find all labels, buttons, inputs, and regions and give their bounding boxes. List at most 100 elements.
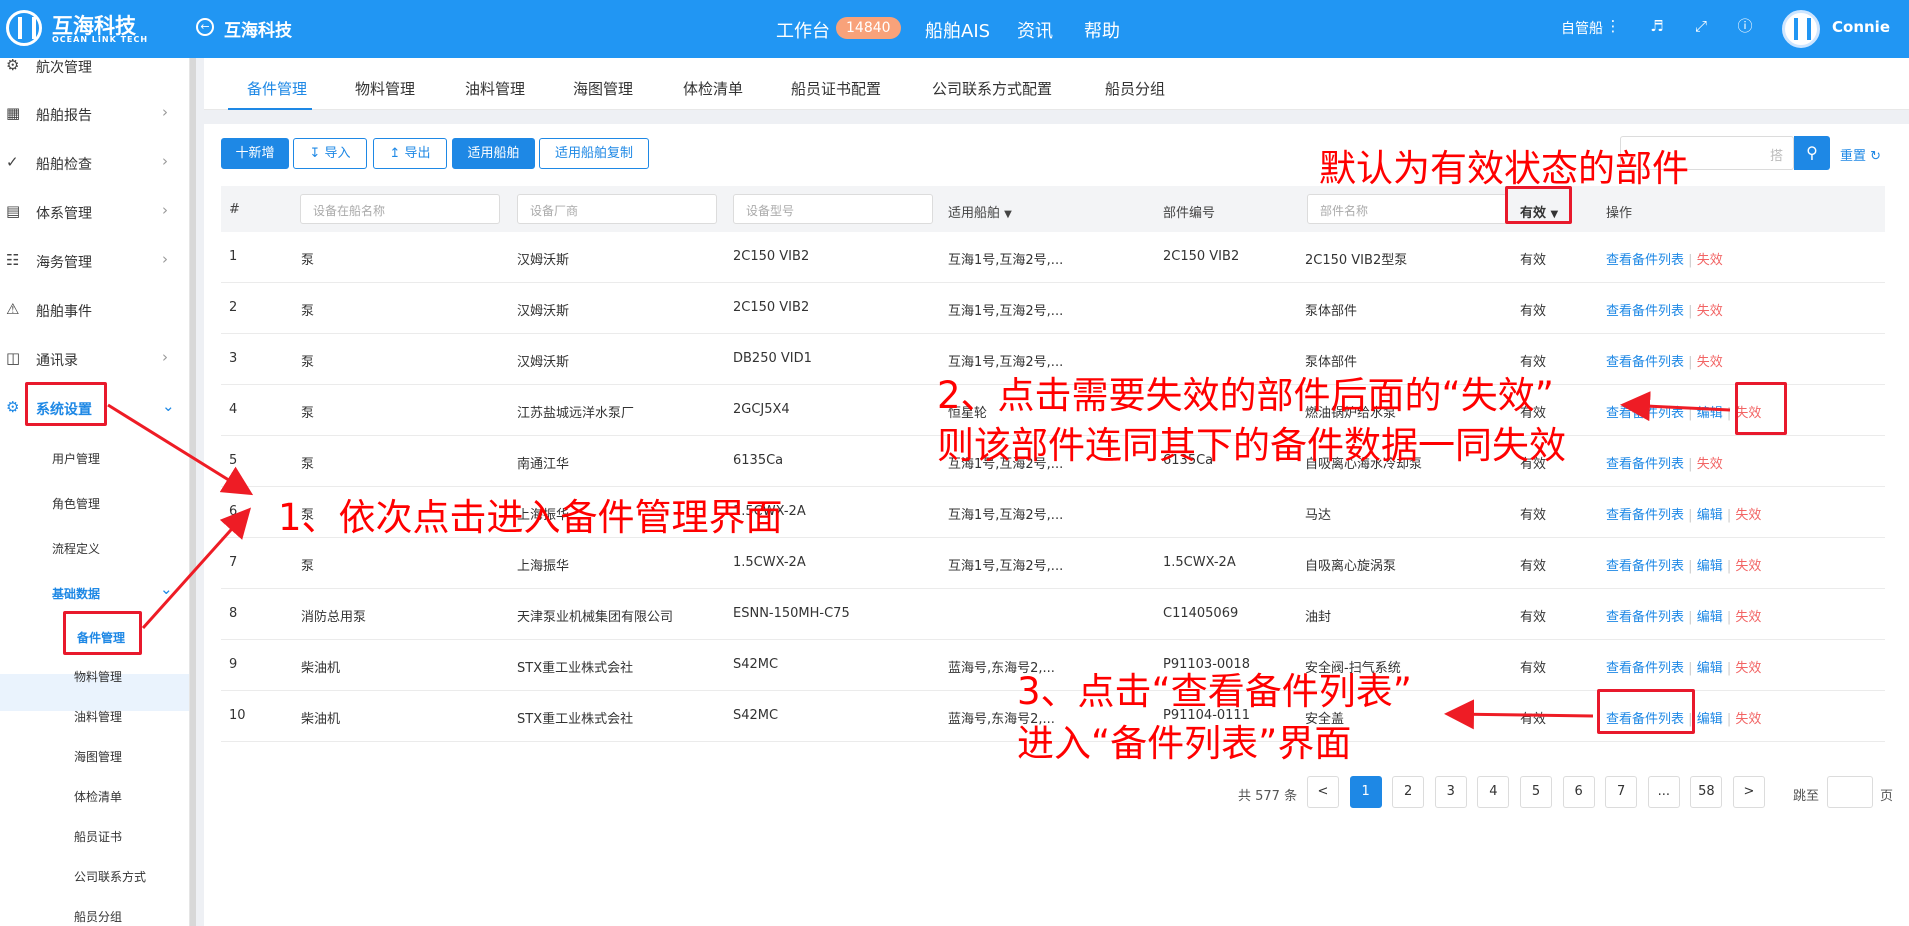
edit-link[interactable]: 编辑 [1697, 610, 1723, 625]
sidebar-item-system-mgmt[interactable]: ▤ 体系管理 › [0, 198, 189, 226]
page-button[interactable]: ... [1647, 776, 1680, 808]
filter-ship-equipment[interactable]: 设备在船名称 [300, 194, 500, 224]
page-button[interactable]: 7 [1605, 776, 1638, 808]
cell-equip: 泵 [301, 559, 315, 574]
tab-checklist[interactable]: 体检清单 [683, 78, 743, 99]
add-button[interactable]: 十新增 [221, 138, 289, 169]
col-applicable-ships[interactable]: 适用船舶 ▼ [948, 202, 1012, 221]
copy-applicable-ships-button[interactable]: 适用船舶复制 [539, 138, 649, 169]
export-button[interactable]: ↥ 导出 [373, 138, 447, 169]
page-button[interactable]: 5 [1520, 776, 1552, 808]
view-spare-list-link[interactable]: 查看备件列表 [1606, 253, 1684, 268]
cell-model: 1.5CWX-2A [733, 555, 806, 570]
view-spare-list-link[interactable]: 查看备件列表 [1606, 304, 1684, 319]
tab-materials[interactable]: 物料管理 [355, 78, 415, 99]
tab-charts[interactable]: 海图管理 [573, 78, 633, 99]
sidebar-sub-materials[interactable]: 物料管理 [74, 668, 122, 685]
bell-icon[interactable]: ♬ [1648, 17, 1666, 35]
sidebar-item-marine-affairs[interactable]: ☷ 海务管理 › [0, 247, 189, 275]
annotation-step-2-line1: 2、点击需要失效的部件后面的“失效” [937, 374, 1554, 417]
disable-link[interactable]: 失效 [1735, 559, 1761, 574]
sidebar-item-ship-report[interactable]: ▦ 船舶报告 › [0, 100, 189, 128]
filter-part-name[interactable]: 部件名称 [1307, 194, 1507, 224]
sidebar-item-contacts[interactable]: ◫ 通讯录 › [0, 345, 189, 373]
tab-crew-cert[interactable]: 船员证书配置 [791, 78, 881, 99]
sidebar-sub-role-mgmt[interactable]: 角色管理 [52, 495, 100, 512]
sidebar-item-ship-inspection[interactable]: ✓ 船舶检查 › [0, 149, 189, 177]
row-operations: 查看备件列表 | 失效 [1606, 457, 1723, 472]
goto-page-input[interactable] [1827, 776, 1873, 808]
sidebar-sub-crew-group[interactable]: 船员分组 [74, 908, 122, 925]
view-spare-list-link[interactable]: 查看备件列表 [1606, 355, 1684, 370]
sidebar-scrollbar[interactable] [190, 58, 196, 926]
cell-ships: 互海1号,互海2号,... [948, 253, 1064, 268]
sidebar-sub-user-mgmt[interactable]: 用户管理 [52, 450, 100, 467]
sidebar-sub-company-contact[interactable]: 公司联系方式 [74, 868, 146, 885]
help-icon[interactable]: ⓘ [1736, 17, 1754, 35]
edit-link[interactable]: 编辑 [1697, 661, 1723, 676]
disable-link[interactable]: 失效 [1735, 661, 1761, 676]
applicable-ships-button[interactable]: 适用船舶 [452, 138, 535, 169]
view-spare-list-link[interactable]: 查看备件列表 [1606, 457, 1684, 472]
filter-model[interactable]: 设备型号 [733, 194, 933, 224]
page-button[interactable]: 2 [1392, 776, 1425, 808]
disable-link[interactable]: 失效 [1697, 355, 1723, 370]
sidebar-sub-checklist[interactable]: 体检清单 [74, 788, 122, 805]
disable-link[interactable]: 失效 [1697, 253, 1723, 268]
sidebar-sub-oils[interactable]: 油料管理 [74, 708, 122, 725]
reset-button[interactable]: 重置 ↻ [1840, 145, 1881, 164]
sidebar-sub-process-def[interactable]: 流程定义 [52, 540, 100, 557]
edit-link[interactable]: 编辑 [1697, 508, 1723, 523]
tab-spare-parts[interactable]: 备件管理 [247, 78, 307, 99]
view-spare-list-link[interactable]: 查看备件列表 [1606, 508, 1684, 523]
view-spare-list-link[interactable]: 查看备件列表 [1606, 559, 1684, 574]
sidebar-sub-crew-cert[interactable]: 船员证书 [74, 828, 122, 845]
filter-manufacturer[interactable]: 设备厂商 [517, 194, 717, 224]
import-button[interactable]: ↧ 导入 [293, 138, 367, 169]
edit-link[interactable]: 编辑 [1697, 559, 1723, 574]
sidebar-sub-basic-data[interactable]: 基础数据 [52, 585, 100, 602]
view-spare-list-link[interactable]: 查看备件列表 [1606, 661, 1684, 676]
disable-link[interactable]: 失效 [1735, 712, 1761, 727]
page-button[interactable]: 4 [1477, 776, 1510, 808]
back-icon[interactable]: ← [196, 18, 214, 36]
page-button[interactable]: 1 [1349, 776, 1382, 808]
cell-equip: 泵 [301, 355, 315, 370]
sidebar-item-ship-event[interactable]: ⚠ 船舶事件 [0, 296, 189, 324]
tab-crew-group[interactable]: 船员分组 [1105, 78, 1165, 99]
tab-oils[interactable]: 油料管理 [465, 78, 525, 99]
cell-ships: 互海1号,互海2号,... [948, 508, 1064, 523]
cell-no: 5 [229, 453, 238, 468]
fullscreen-icon[interactable]: ⤢ [1692, 17, 1710, 35]
annotation-step-1: 1、依次点击进入备件管理界面 [278, 496, 783, 539]
nav-news[interactable]: 资讯 [1017, 17, 1053, 43]
ship-select[interactable]: 自管船 [1561, 18, 1603, 38]
view-spare-list-link[interactable]: 查看备件列表 [1606, 406, 1684, 421]
avatar[interactable] [1782, 10, 1820, 48]
disable-link[interactable]: 失效 [1697, 457, 1723, 472]
cell-status: 有效 [1520, 712, 1547, 727]
disable-link[interactable]: 失效 [1735, 508, 1761, 523]
search-button[interactable]: ⚲ [1794, 136, 1830, 170]
nav-help[interactable]: 帮助 [1084, 17, 1120, 43]
next-page-button[interactable]: > [1733, 776, 1765, 808]
page-button[interactable]: 3 [1434, 776, 1467, 808]
nav-workbench[interactable]: 工作台 [776, 17, 830, 43]
view-spare-list-link[interactable]: 查看备件列表 [1606, 610, 1684, 625]
nav-ship-ais[interactable]: 船舶AIS [925, 17, 990, 43]
cell-no: 2 [229, 300, 238, 315]
disable-link[interactable]: 失效 [1735, 610, 1761, 625]
page-button[interactable]: 6 [1562, 776, 1595, 808]
user-name[interactable]: Connie [1832, 18, 1890, 36]
prev-page-button[interactable]: < [1307, 776, 1339, 808]
page-button[interactable]: 58 [1690, 776, 1723, 808]
sidebar-item-voyage[interactable]: ⚙ 航次管理 [0, 58, 189, 80]
sidebar-sub-charts[interactable]: 海图管理 [74, 748, 122, 765]
tab-company-contact[interactable]: 公司联系方式配置 [932, 78, 1052, 99]
disable-link[interactable]: 失效 [1697, 304, 1723, 319]
edit-link[interactable]: 编辑 [1697, 406, 1723, 421]
cell-status: 有效 [1520, 559, 1547, 574]
edit-link[interactable]: 编辑 [1697, 712, 1723, 727]
more-vertical-icon[interactable]: ⋮ [1604, 17, 1622, 35]
row-operations: 查看备件列表 | 编辑 | 失效 [1606, 508, 1762, 523]
